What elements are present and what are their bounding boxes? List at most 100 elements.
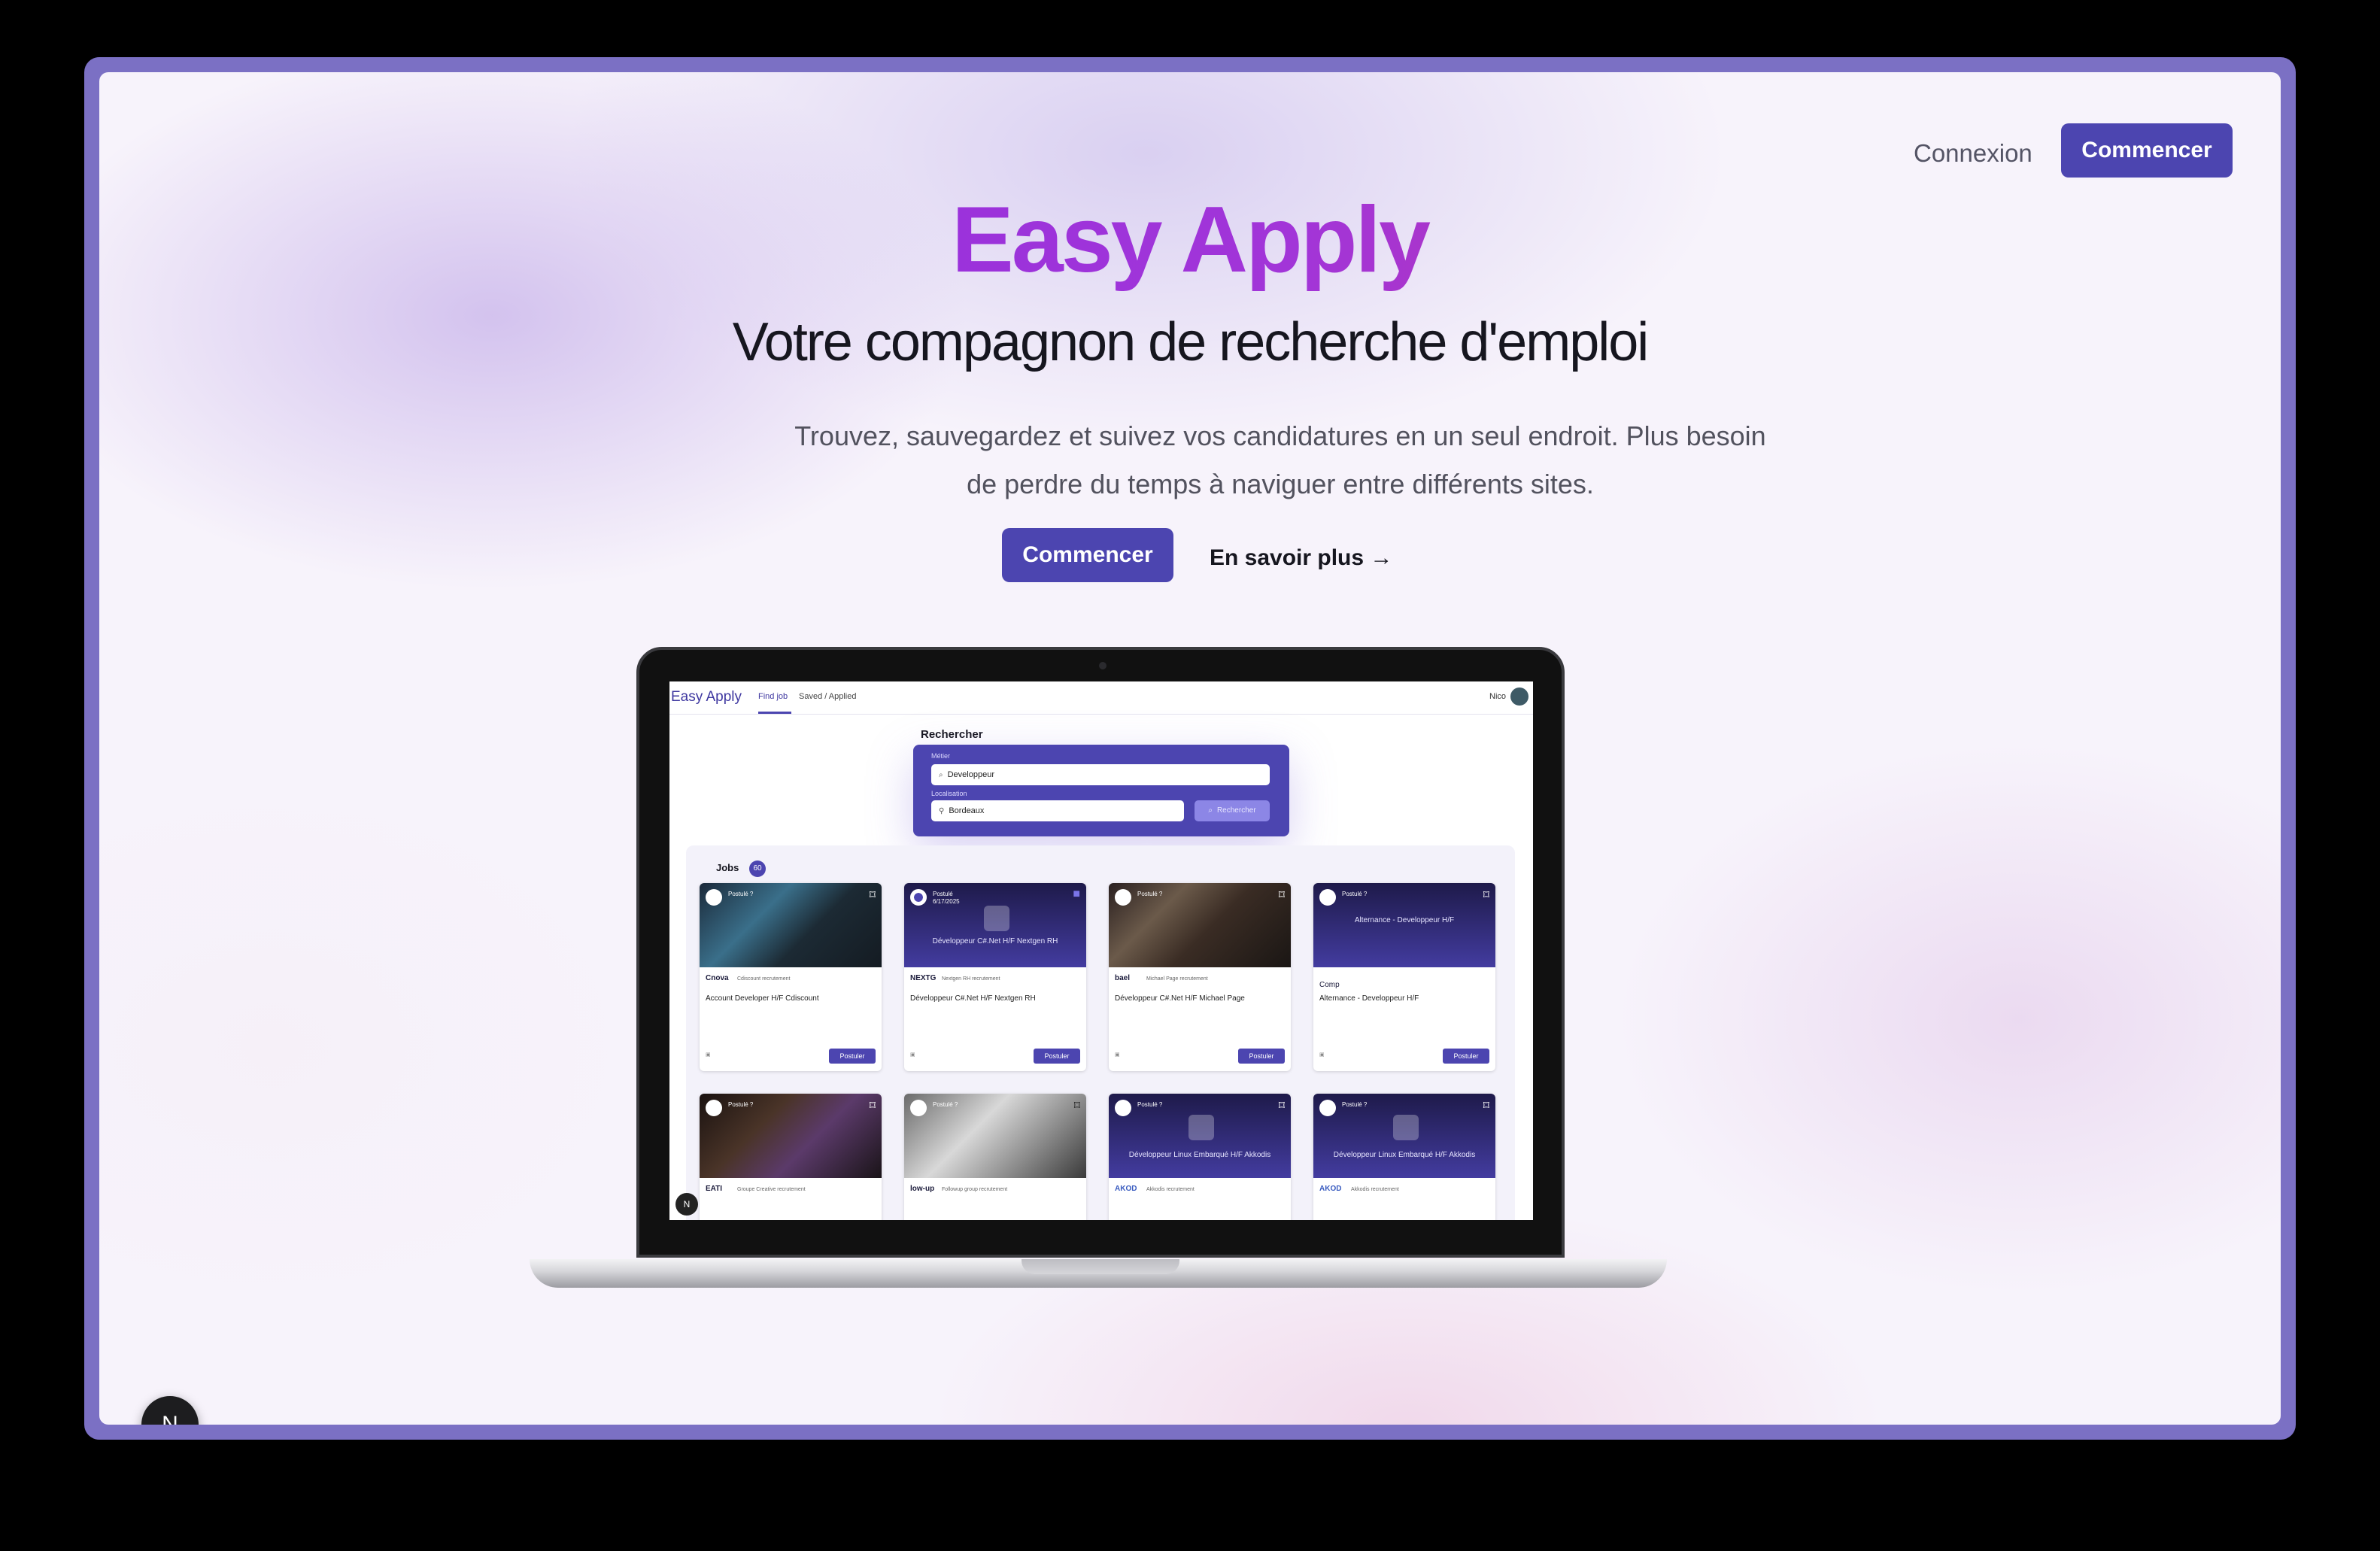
image-caption: Développeur Linux Embarqué H/F Akkodis (1333, 1151, 1476, 1159)
bookmark-icon: ⌑ (1483, 889, 1489, 902)
applied-status: Postulé ? (728, 1101, 754, 1108)
applied-toggle-icon (1115, 889, 1131, 906)
company-logo: NEXTG (910, 974, 937, 982)
applied-status: Postulé ? (1342, 891, 1368, 897)
jobs-title: Jobs (716, 862, 739, 873)
calendar-icon: ▣ (706, 1052, 711, 1058)
applied-toggle-icon (1319, 1100, 1336, 1116)
apply-button: Postuler (1443, 1049, 1489, 1064)
job-card: Alternance - Developpeur H/F Postulé ? ⌑… (1313, 883, 1495, 1071)
job-card: Postulé ? ⌑ bael Michael Page recrutemen… (1109, 883, 1291, 1071)
bookmark-icon: ⌑ (1278, 889, 1285, 902)
app-next-badge: N (675, 1193, 698, 1216)
company-name: Nextgen RH recrutement (942, 976, 1000, 982)
applied-toggle-icon (1115, 1100, 1131, 1116)
job-card: Postulé ? ⌑ low-up Followup group recrut… (904, 1094, 1086, 1220)
company-name: Michael Page recrutement (1146, 976, 1208, 982)
applied-status: Postulé ? (1137, 1101, 1163, 1108)
company-logo: bael (1115, 974, 1131, 982)
company-name: Followup group recrutement (942, 1187, 1008, 1192)
applied-toggle-icon (910, 1100, 927, 1116)
image-caption: Développeur Linux Embarqué H/F Akkodis (1128, 1151, 1271, 1159)
app-navbar: Easy Apply Find job Saved / Applied Nico (669, 681, 1533, 715)
company-name: Cdiscount recrutement (737, 976, 791, 982)
app-logo: Easy Apply (671, 689, 742, 705)
search-button: ⌕ Rechercher (1195, 800, 1270, 821)
job-input-value: Developpeur (947, 770, 994, 779)
bookmark-icon: ⌑ (1073, 1100, 1080, 1112)
company-name: Akkodis recrutement (1351, 1187, 1399, 1192)
company-logo: AKOD (1115, 1185, 1137, 1193)
job-image: Alternance - Developpeur H/F (1313, 883, 1495, 967)
job-image: Développeur C#.Net H/F Nextgen RH (904, 883, 1086, 967)
next-dev-badge[interactable]: N (141, 1396, 199, 1425)
job-card: Développeur Linux Embarqué H/F Akkodis P… (1109, 1094, 1291, 1220)
applied-status: Postulé ? (728, 891, 754, 897)
job-image (904, 1094, 1086, 1178)
image-placeholder-icon (984, 906, 1009, 931)
applied-toggle-icon (706, 1100, 722, 1116)
job-input: ⌕ Developpeur (931, 764, 1270, 785)
company-logo: Cnova (706, 974, 729, 982)
jobs-panel: Jobs 60 Postulé ? ⌑ Cnova Cdiscount recr… (686, 845, 1515, 1220)
avatar (1510, 687, 1528, 706)
bookmark-icon: ⌑ (869, 1100, 876, 1112)
company-logo: Comp (1319, 981, 1340, 989)
applied-status: Postulé ? (1137, 891, 1163, 897)
tab-saved-applied: Saved / Applied (799, 692, 857, 701)
image-placeholder-icon (1188, 1115, 1214, 1140)
applied-toggle-icon (706, 889, 722, 906)
job-image (700, 1094, 882, 1178)
camera-dot (1099, 662, 1107, 669)
app-screenshot: Easy Apply Find job Saved / Applied Nico… (669, 681, 1533, 1220)
bookmark-icon: ⌑ (869, 889, 876, 902)
location-label: Localisation (931, 790, 967, 797)
company-logo: AKOD (1319, 1185, 1342, 1193)
company-name: Akkodis recrutement (1146, 1187, 1195, 1192)
apply-button: Postuler (1034, 1049, 1080, 1064)
jobs-count-badge: 60 (749, 860, 766, 877)
location-input-value: Bordeaux (949, 806, 985, 815)
job-image: Développeur Linux Embarqué H/F Akkodis (1313, 1094, 1495, 1178)
login-link[interactable]: Connexion (1914, 129, 2032, 178)
learn-more-link[interactable]: En savoir plus → (1210, 537, 1392, 579)
job-title: Alternance - Developpeur H/F (1319, 994, 1419, 1003)
apply-button: Postuler (829, 1049, 876, 1064)
user-name: Nico (1489, 692, 1507, 701)
laptop-notch (1022, 1259, 1179, 1274)
hero-title: Easy Apply (99, 187, 2281, 293)
applied-toggle-icon (1319, 889, 1336, 906)
location-input: ⚲ Bordeaux (931, 800, 1184, 821)
hero-start-button[interactable]: Commencer (1002, 528, 1173, 582)
applied-date: 6/17/2025 (933, 898, 960, 905)
company-logo: EATI (706, 1185, 723, 1193)
tab-find-job: Find job (758, 692, 788, 701)
bookmark-icon: ⌑ (1278, 1100, 1285, 1112)
applied-status: Postulé ? (1342, 1101, 1368, 1108)
job-card: Postulé ? ⌑ EATI Groupe Creative recrute… (700, 1094, 882, 1220)
search-button-label: Rechercher (1216, 806, 1256, 815)
apply-button: Postuler (1238, 1049, 1285, 1064)
search-icon: ⌕ (1208, 806, 1213, 815)
company-name: Groupe Creative recrutement (737, 1187, 806, 1192)
calendar-icon: ▣ (910, 1052, 915, 1058)
calendar-icon: ▣ (1115, 1052, 1120, 1058)
calendar-icon: ▣ (1319, 1052, 1325, 1058)
job-card: Développeur Linux Embarqué H/F Akkodis P… (1313, 1094, 1495, 1220)
hero-subtitle: Votre compagnon de recherche d'emploi (732, 312, 1650, 372)
job-card: Développeur C#.Net H/F Nextgen RH Postul… (904, 883, 1086, 1071)
job-card: Postulé ? ⌑ Cnova Cdiscount recrutement … (700, 883, 882, 1071)
applied-status: Postulé ? (933, 1101, 958, 1108)
applied-toggle-icon (910, 889, 927, 906)
search-icon: ⌕ (939, 771, 943, 779)
job-label: Métier (931, 752, 951, 760)
image-caption: Alternance - Developpeur H/F (1354, 916, 1455, 924)
job-image: Développeur Linux Embarqué H/F Akkodis (1109, 1094, 1291, 1178)
active-tab-indicator (758, 712, 791, 714)
bookmark-filled-icon: ■ (1073, 888, 1080, 900)
search-panel: Métier ⌕ Developpeur Localisation ⚲ Bordea… (913, 745, 1289, 836)
job-title: Développeur C#.Net H/F Michael Page (1115, 994, 1245, 1003)
nav-start-button[interactable]: Commencer (2061, 123, 2233, 178)
image-caption: Développeur C#.Net H/F Nextgen RH (932, 937, 1058, 945)
search-title: Rechercher (921, 728, 983, 741)
